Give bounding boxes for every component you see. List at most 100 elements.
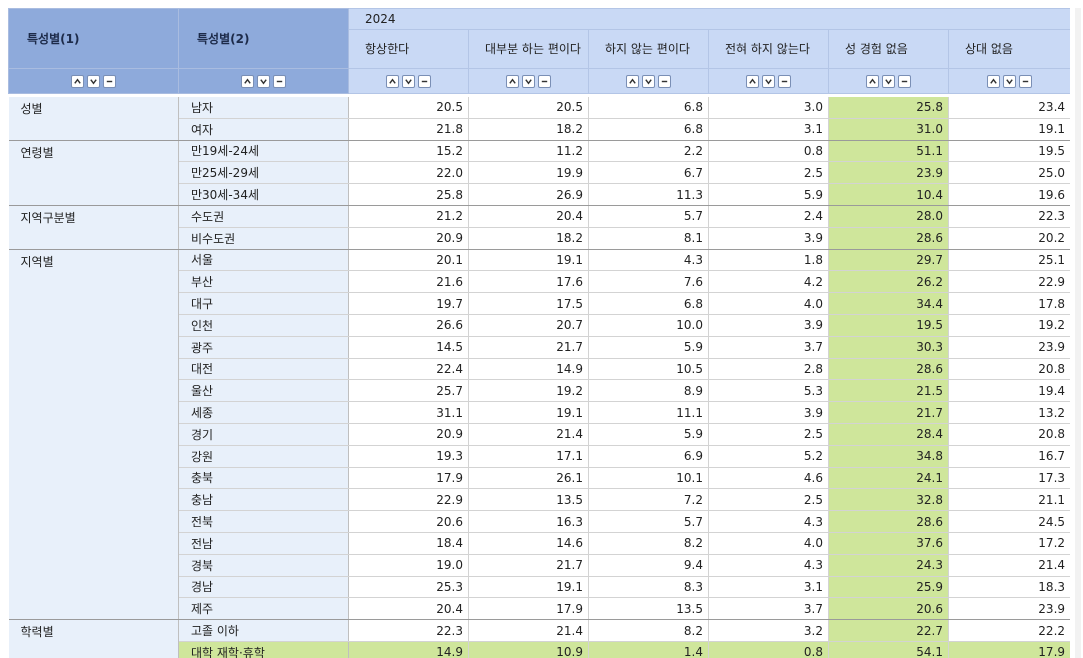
table-cell: 28.6 (828, 510, 949, 533)
data-table-container: 특성별(1) 특성별(2) 2024 항상한다 대부분 하는 편이다 하지 않는 편… (8, 8, 1070, 658)
col8-remove-icon[interactable] (1019, 75, 1032, 88)
col6-sort-asc-icon[interactable] (746, 75, 759, 88)
col8-sort-desc-icon[interactable] (1003, 75, 1016, 88)
table-cell: 17.9 (468, 597, 589, 621)
column-controls-3 (348, 68, 469, 94)
table-cell: 30.3 (828, 336, 949, 359)
col8-sort-asc-icon[interactable] (987, 75, 1000, 88)
table-cell: 23.9 (948, 336, 1070, 359)
table-cell: 4.0 (708, 292, 829, 315)
table-cell: 20.1 (348, 249, 469, 272)
table-cell: 18.3 (948, 576, 1070, 599)
table-row[interactable]: 연령별 만19세-24세 15.2 11.2 2.2 0.8 51.1 19.5 (8, 140, 1070, 206)
col1-remove-icon[interactable] (103, 75, 116, 88)
col7-sort-asc-icon[interactable] (866, 75, 879, 88)
header-category-1[interactable]: 특성별(1) (8, 8, 179, 69)
row-sub-label: 만19세-24세 (178, 140, 349, 163)
table-cell: 1.8 (708, 249, 829, 272)
table-cell: 3.1 (708, 118, 829, 141)
header-column-6[interactable]: 상대 없음 (947, 29, 1070, 69)
table-cell: 19.2 (948, 314, 1070, 337)
table-row[interactable]: 학력별 고졸 이하 22.3 21.4 8.2 3.2 22.7 22.2 (8, 619, 1070, 658)
table-cell: 22.3 (348, 619, 469, 642)
table-cell: 19.5 (828, 314, 949, 337)
table-cell: 20.5 (348, 97, 469, 119)
row-sub-label: 대전 (178, 358, 349, 381)
header-column-3[interactable]: 하지 않는 편이다 (588, 29, 709, 69)
col2-sort-desc-icon[interactable] (257, 75, 270, 88)
table-row[interactable]: 지역구분별 수도권 21.2 20.4 5.7 2.4 28.0 22.3 (8, 205, 1070, 250)
header-year[interactable]: 2024 (347, 8, 1070, 30)
table-cell: 11.3 (588, 183, 709, 206)
col5-sort-asc-icon[interactable] (626, 75, 639, 88)
table-cell: 21.7 (468, 554, 589, 577)
col6-remove-icon[interactable] (778, 75, 791, 88)
col6-sort-desc-icon[interactable] (762, 75, 775, 88)
header-column-1[interactable]: 항상한다 (348, 29, 469, 69)
col5-sort-desc-icon[interactable] (642, 75, 655, 88)
col7-sort-desc-icon[interactable] (882, 75, 895, 88)
table-cell: 19.3 (348, 445, 469, 468)
row-sub-label: 비수도권 (178, 227, 349, 250)
col4-remove-icon[interactable] (538, 75, 551, 88)
header-column-label: 전혀 하지 않는다 (725, 42, 810, 56)
header-category-2[interactable]: 특성별(2) (178, 8, 349, 69)
table-row[interactable]: 지역별 서울 20.1 19.1 4.3 1.8 29.7 25.1 (8, 249, 1070, 621)
table-cell: 6.9 (588, 445, 709, 468)
col2-sort-asc-icon[interactable] (241, 75, 254, 88)
col4-sort-desc-icon[interactable] (522, 75, 535, 88)
table-cell: 4.3 (708, 510, 829, 533)
table-cell: 2.4 (708, 205, 829, 228)
header-column-2[interactable]: 대부분 하는 편이다 (468, 29, 589, 69)
table-cell: 32.8 (828, 488, 949, 512)
col3-sort-desc-icon[interactable] (402, 75, 415, 88)
table-cell: 20.4 (348, 597, 469, 621)
table-cell: 34.8 (828, 445, 949, 468)
table-cell: 24.3 (828, 554, 949, 577)
table-cell: 7.2 (588, 488, 709, 512)
table-cell: 20.2 (948, 227, 1070, 250)
table-cell: 14.6 (468, 532, 589, 555)
table-cell: 26.2 (828, 270, 949, 294)
table-cell: 23.9 (948, 597, 1070, 621)
col2-remove-icon[interactable] (273, 75, 286, 88)
col5-remove-icon[interactable] (658, 75, 671, 88)
table-cell: 18.2 (468, 118, 589, 141)
col4-sort-asc-icon[interactable] (506, 75, 519, 88)
row-sub-label: 광주 (178, 336, 349, 359)
table-row[interactable]: 성별 남자 20.5 20.5 6.8 3.0 25.8 23.4 (8, 97, 1070, 141)
col3-sort-asc-icon[interactable] (386, 75, 399, 88)
header-column-4[interactable]: 전혀 하지 않는다 (708, 29, 829, 69)
col1-sort-desc-icon[interactable] (87, 75, 100, 88)
table-cell: 54.1 (828, 641, 949, 658)
table-cell: 6.8 (588, 97, 709, 119)
table-cell: 31.1 (348, 401, 469, 424)
col7-remove-icon[interactable] (898, 75, 911, 88)
table-cell: 4.3 (588, 249, 709, 272)
table-cell: 8.2 (588, 619, 709, 642)
header-column-label: 하지 않는 편이다 (605, 42, 690, 56)
vertical-scrollbar[interactable] (1075, 8, 1081, 658)
table-cell: 14.9 (348, 641, 469, 658)
table-cell: 13.5 (588, 597, 709, 621)
table-cell: 20.5 (468, 97, 589, 119)
table-cell: 21.4 (468, 619, 589, 642)
row-sub-label: 대학 재학·휴학 (178, 641, 349, 658)
header-column-label: 성 경험 없음 (845, 42, 908, 56)
col1-sort-asc-icon[interactable] (71, 75, 84, 88)
table-cell: 22.3 (948, 205, 1070, 228)
table-cell: 19.1 (468, 249, 589, 272)
table-cell: 26.6 (348, 314, 469, 337)
row-sub-label: 전북 (178, 510, 349, 533)
table-cell: 26.1 (468, 467, 589, 490)
table-cell: 22.9 (348, 488, 469, 512)
table-cell: 22.4 (348, 358, 469, 381)
table-cell: 3.7 (708, 336, 829, 359)
table-cell: 21.1 (948, 488, 1070, 512)
table-cell: 3.7 (708, 597, 829, 621)
col3-remove-icon[interactable] (418, 75, 431, 88)
table-cell: 16.3 (468, 510, 589, 533)
header-column-5[interactable]: 성 경험 없음 (828, 29, 949, 69)
table-cell: 17.5 (468, 292, 589, 315)
row-sub-label: 충북 (178, 467, 349, 490)
